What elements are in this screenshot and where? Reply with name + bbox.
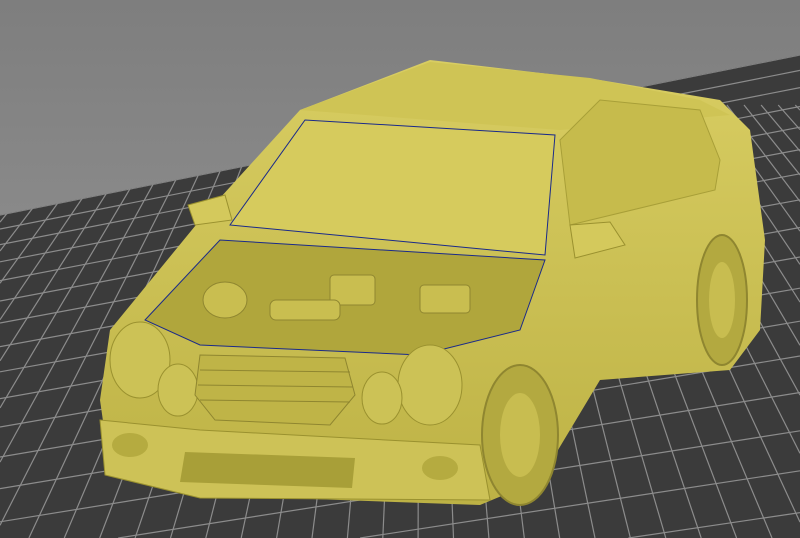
grid-line	[0, 104, 27, 132]
grid-line	[0, 104, 78, 197]
grid-line	[0, 104, 44, 152]
grid-line	[0, 104, 61, 173]
right-headlight	[397, 344, 463, 426]
grid-line	[0, 104, 10, 115]
3d-viewport[interactable]	[0, 0, 800, 538]
grille	[194, 354, 356, 426]
